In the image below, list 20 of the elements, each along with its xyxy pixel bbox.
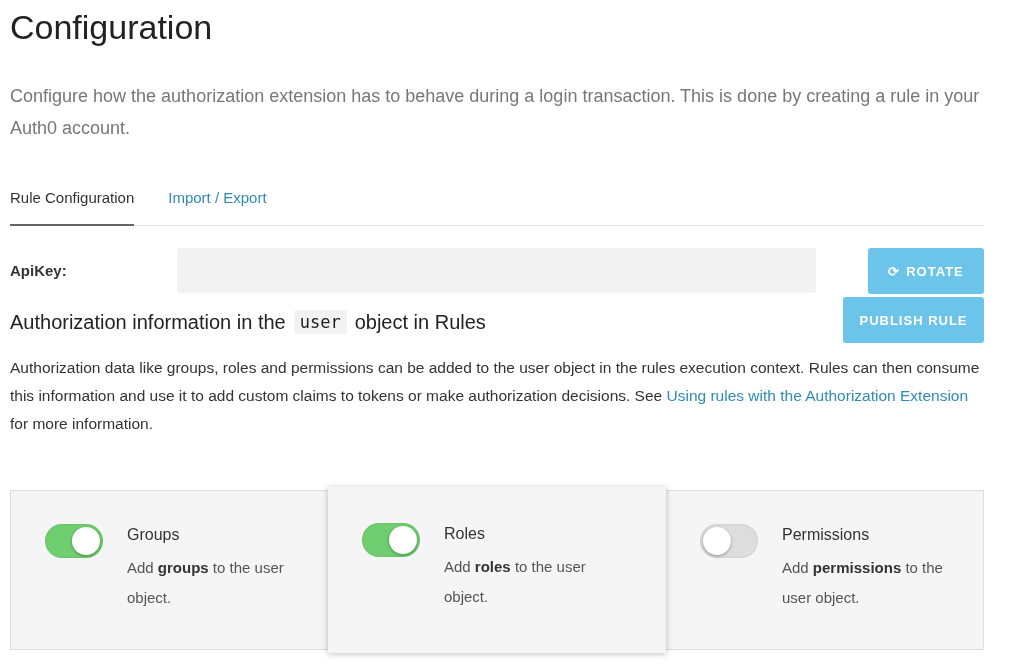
option-description: Add permissions to the user object. bbox=[782, 558, 944, 608]
apikey-label: ApiKey: bbox=[10, 262, 68, 279]
option-title: Permissions bbox=[782, 526, 871, 544]
tab[interactable]: Rule Configuration bbox=[10, 180, 135, 226]
option-title: Groups bbox=[127, 526, 181, 544]
toggle-switch[interactable] bbox=[700, 524, 758, 558]
toggle-switch[interactable] bbox=[45, 524, 103, 558]
page-title: Configuration bbox=[10, 7, 214, 48]
toggle-switch[interactable] bbox=[362, 523, 420, 557]
description-text: Configure how the authorization extension has to behave during a login transaction. This is done by creating a rule in your Auth0 account. bbox=[10, 85, 981, 140]
code-text: user bbox=[293, 310, 347, 334]
rotate-icon: ⟳ bbox=[888, 263, 901, 279]
option-description: Add groups to the user object. bbox=[127, 558, 285, 608]
heading-text: Authorization information in the bbox=[10, 310, 286, 334]
tab[interactable]: Import / Export bbox=[168, 180, 267, 226]
docs-link[interactable]: Using rules with the Authorization Extension bbox=[666, 387, 969, 404]
option-title: Roles bbox=[444, 525, 486, 543]
option-description: Add roles to the user object. bbox=[444, 557, 587, 607]
info-paragraph: Authorization data like groups, roles and permissions can be added to the user object in the rules execution context. Rules can then consume this information and use it to add custom claims to tokens or make authorization decisions. See Using rules with the Authorization Extension for more information. bbox=[10, 358, 981, 434]
heading-text: object in Rules bbox=[354, 310, 486, 334]
